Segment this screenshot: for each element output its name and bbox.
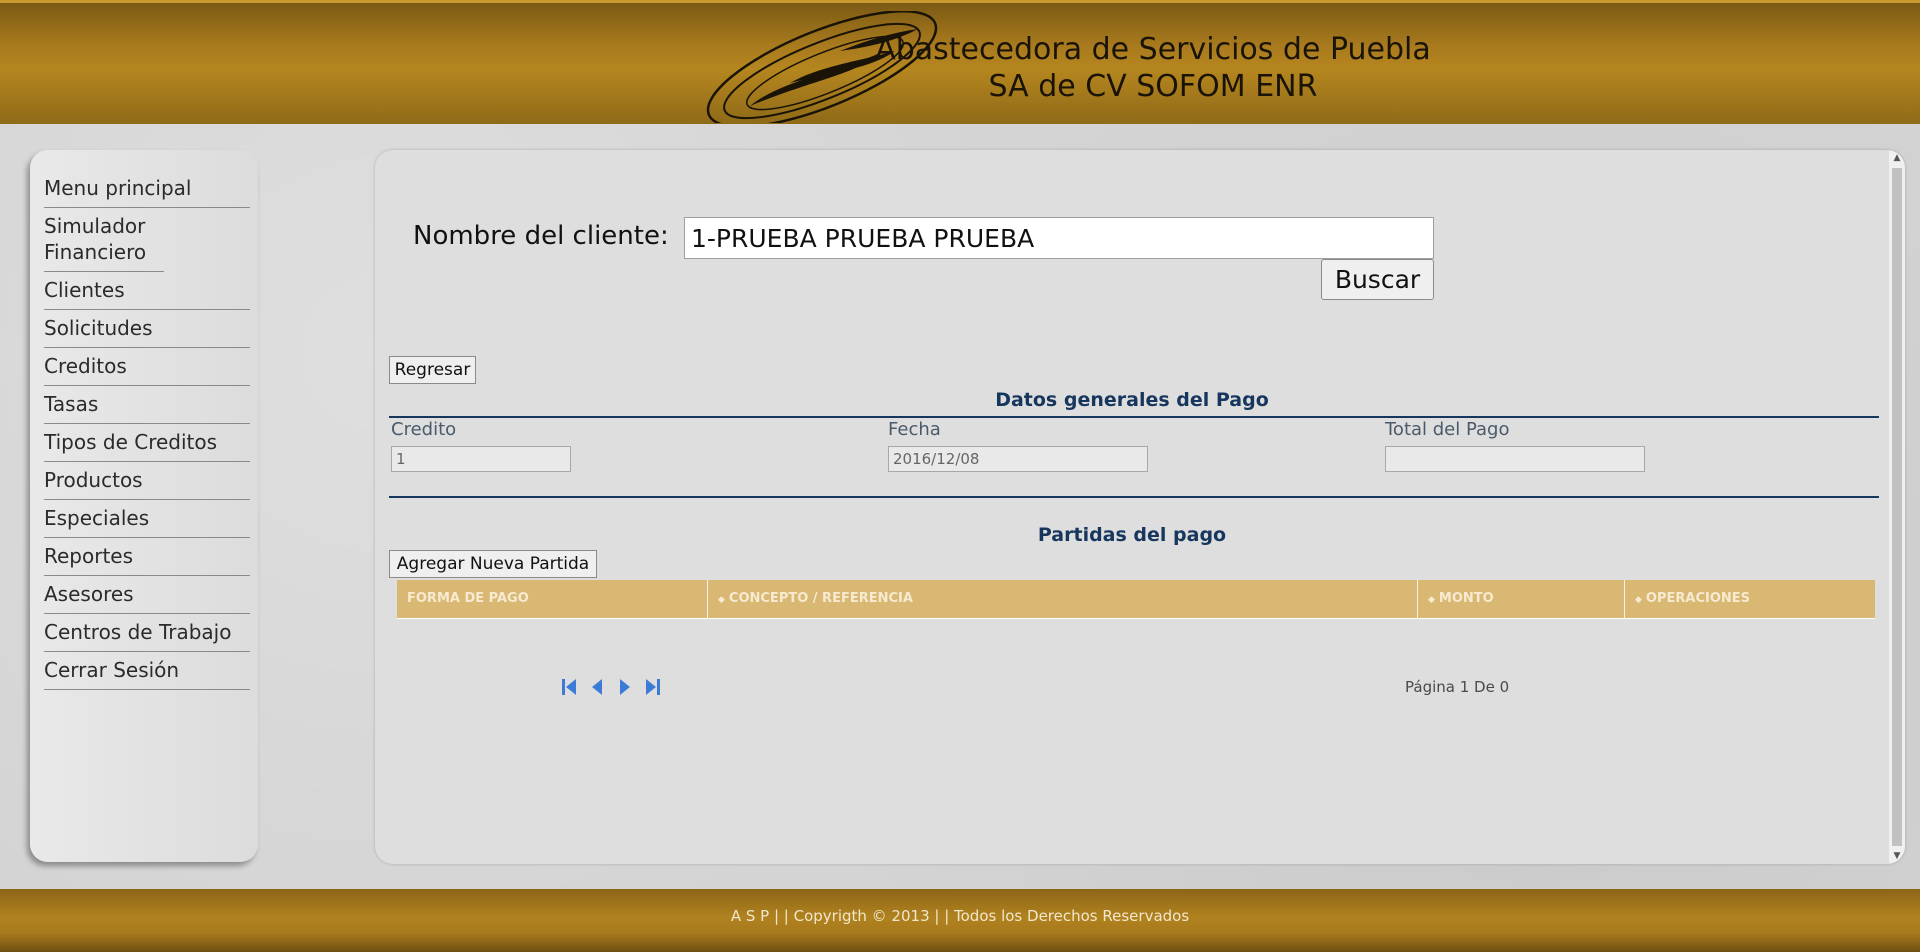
sidebar-item-tasas[interactable]: Tasas (44, 386, 250, 424)
sidebar-item-especiales[interactable]: Especiales (44, 500, 250, 538)
first-page-icon[interactable] (560, 676, 578, 698)
date-field[interactable] (888, 446, 1148, 472)
section-divider (389, 496, 1879, 498)
column-header-label: CONCEPTO / REFERENCIA (728, 591, 913, 606)
swirl-logo-icon (706, 10, 938, 128)
credit-label: Credito (391, 419, 457, 440)
company-title-line2: SA de CV SOFOM ENR (988, 69, 1318, 104)
sidebar-item-creditos[interactable]: Creditos (44, 348, 250, 386)
header: Abastecedora de Servicios de Puebla SA d… (0, 0, 1920, 128)
sidebar-item-cerrar-sesion[interactable]: Cerrar Sesión (44, 652, 250, 690)
payment-items-title: Partidas del pago (1037, 524, 1227, 546)
total-payment-label: Total del Pago (1385, 419, 1510, 440)
sort-icon: ◆ (718, 595, 725, 605)
column-header-operaciones[interactable]: ◆ OPERACIONES (1625, 580, 1875, 618)
last-page-icon[interactable] (644, 676, 662, 698)
column-header-forma-de-pago[interactable]: FORMA DE PAGO (397, 580, 708, 618)
sidebar-item-tipos-de-creditos[interactable]: Tipos de Creditos (44, 424, 250, 462)
sidebar-item-solicitudes[interactable]: Solicitudes (44, 310, 250, 348)
sidebar: Menu principal Simulador Financiero Clie… (30, 150, 258, 862)
sidebar-item-clientes[interactable]: Clientes (44, 272, 250, 310)
date-label: Fecha (888, 419, 941, 440)
column-header-monto[interactable]: ◆ MONTO (1418, 580, 1625, 618)
next-page-icon[interactable] (616, 676, 634, 698)
client-name-input[interactable] (684, 217, 1434, 259)
scroll-down-icon[interactable]: ▼ (1889, 848, 1905, 864)
back-button[interactable]: Regresar (389, 356, 476, 384)
sidebar-item-reportes[interactable]: Reportes (44, 538, 250, 576)
sidebar-item-asesores[interactable]: Asesores (44, 576, 250, 614)
sidebar-item-menu-principal[interactable]: Menu principal (44, 170, 250, 208)
column-header-label: MONTO (1438, 591, 1494, 606)
column-header-concepto[interactable]: ◆ CONCEPTO / REFERENCIA (708, 580, 1418, 618)
credit-field[interactable] (391, 446, 571, 472)
sidebar-menu: Menu principal Simulador Financiero Clie… (44, 170, 250, 690)
pager-info: Página 1 De 0 (1405, 678, 1510, 696)
sort-icon: ◆ (1428, 595, 1435, 605)
total-payment-field[interactable] (1385, 446, 1645, 472)
payment-general-title: Datos generales del Pago (995, 389, 1269, 411)
footer-copyright: A S P | | Copyrigth © 2013 | | Todos los… (730, 907, 1190, 925)
scrollbar-thumb[interactable] (1892, 168, 1902, 846)
column-header-label: OPERACIONES (1645, 591, 1751, 606)
sort-icon: ◆ (1635, 595, 1642, 605)
sidebar-item-centros-de-trabajo[interactable]: Centros de Trabajo (44, 614, 250, 652)
main-panel: Nombre del cliente: Buscar Regresar Dato… (375, 150, 1905, 864)
company-title-line1: Abastecedora de Servicios de Puebla (875, 32, 1431, 67)
company-logo (690, 10, 970, 128)
column-header-label: FORMA DE PAGO (407, 591, 529, 606)
items-table-header: FORMA DE PAGO ◆ CONCEPTO / REFERENCIA ◆ MO… (397, 580, 1875, 619)
search-button[interactable]: Buscar (1321, 259, 1434, 300)
add-item-button[interactable]: Agregar Nueva Partida (389, 550, 597, 578)
prev-page-icon[interactable] (588, 676, 606, 698)
section-divider (389, 416, 1879, 418)
client-name-label: Nombre del cliente: (413, 221, 669, 251)
scrollbar[interactable]: ▲ ▼ (1889, 150, 1905, 864)
sidebar-item-productos[interactable]: Productos (44, 462, 250, 500)
sidebar-item-simulador-financiero[interactable]: Simulador Financiero (44, 208, 164, 272)
footer: A S P | | Copyrigth © 2013 | | Todos los… (0, 889, 1920, 952)
scroll-up-icon[interactable]: ▲ (1889, 150, 1905, 166)
